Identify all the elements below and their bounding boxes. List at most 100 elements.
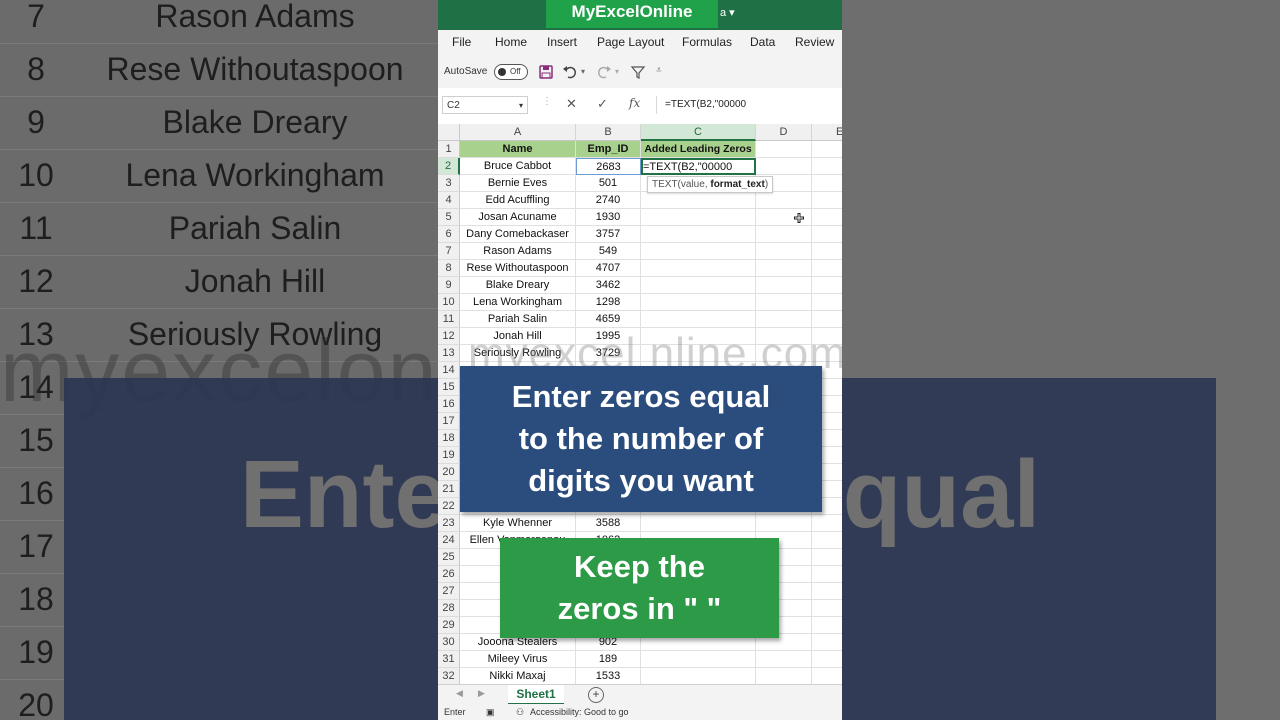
insert-function-icon[interactable]: fx <box>629 96 640 110</box>
cell-added-zeros[interactable] <box>641 226 756 243</box>
undo-icon[interactable] <box>562 64 578 80</box>
cell-e[interactable] <box>812 549 842 566</box>
column-header-c[interactable]: C <box>641 124 756 141</box>
autosave-toggle[interactable]: Off <box>494 64 528 80</box>
cell-e[interactable] <box>812 294 842 311</box>
cell-d[interactable] <box>756 311 812 328</box>
row-header[interactable]: 27 <box>438 583 460 600</box>
macro-record-icon[interactable]: ▣ <box>486 707 495 718</box>
header-added-zeros[interactable]: Added Leading Zeros <box>641 141 756 158</box>
cell-added-zeros[interactable] <box>641 209 756 226</box>
cell-emp-id[interactable]: 1298 <box>576 294 641 311</box>
cell-added-zeros[interactable] <box>641 260 756 277</box>
cell-d[interactable] <box>756 668 812 684</box>
cell-e[interactable] <box>812 243 842 260</box>
cell-added-zeros[interactable] <box>641 668 756 684</box>
cell-e[interactable] <box>812 617 842 634</box>
row-header[interactable]: 15 <box>438 379 460 396</box>
column-header-d[interactable]: D <box>756 124 812 141</box>
row-header[interactable]: 21 <box>438 481 460 498</box>
cell-e[interactable] <box>812 600 842 617</box>
cell-name[interactable]: Rese Withoutaspoon <box>460 260 576 277</box>
enter-check-icon[interactable]: ✓ <box>597 96 608 112</box>
cell-e[interactable] <box>812 515 842 532</box>
column-header-b[interactable]: B <box>576 124 641 141</box>
cell-name[interactable]: Dany Comebackaser <box>460 226 576 243</box>
row-header[interactable]: 10 <box>438 294 460 311</box>
row-header[interactable]: 14 <box>438 362 460 379</box>
accessibility-status[interactable]: Accessibility: Good to go <box>530 707 629 717</box>
cell-emp-id[interactable]: 4707 <box>576 260 641 277</box>
cell-d[interactable] <box>756 294 812 311</box>
cell-e[interactable] <box>812 209 842 226</box>
row-header[interactable]: 8 <box>438 260 460 277</box>
cell-name[interactable]: Bernie Eves <box>460 175 576 192</box>
scroll-left-icon[interactable]: ◀ <box>456 688 463 699</box>
cancel-icon[interactable]: ✕ <box>566 96 577 112</box>
cell-name[interactable]: Rason Adams <box>460 243 576 260</box>
add-sheet-icon[interactable]: + <box>588 687 604 703</box>
cell-emp-id[interactable]: 3462 <box>576 277 641 294</box>
tab-insert[interactable]: Insert <box>547 35 577 49</box>
header-name[interactable]: Name <box>460 141 576 158</box>
row-header[interactable]: 22 <box>438 498 460 515</box>
row-header[interactable]: 24 <box>438 532 460 549</box>
cell-e[interactable] <box>812 277 842 294</box>
undo-dropdown-icon[interactable]: ▾ <box>581 67 585 76</box>
row-header[interactable]: 9 <box>438 277 460 294</box>
cell-emp-id[interactable]: 3588 <box>576 515 641 532</box>
cell-e[interactable] <box>812 311 842 328</box>
cell-added-zeros[interactable] <box>641 243 756 260</box>
row-header[interactable]: 20 <box>438 464 460 481</box>
cell-e[interactable] <box>812 175 842 192</box>
row-header[interactable]: 6 <box>438 226 460 243</box>
cell-name[interactable]: Blake Dreary <box>460 277 576 294</box>
row-header[interactable]: 13 <box>438 345 460 362</box>
cell-e[interactable] <box>812 158 842 175</box>
row-header[interactable]: 5 <box>438 209 460 226</box>
cell-e[interactable] <box>812 634 842 651</box>
cell-e1[interactable] <box>812 141 842 158</box>
cell-d[interactable] <box>756 192 812 209</box>
cell-emp-id[interactable]: 549 <box>576 243 641 260</box>
cell-name[interactable]: Lena Workingham <box>460 294 576 311</box>
cell-d[interactable] <box>756 226 812 243</box>
tab-formulas[interactable]: Formulas <box>682 35 732 49</box>
row-header[interactable]: 25 <box>438 549 460 566</box>
cell-d1[interactable] <box>756 141 812 158</box>
active-cell-c2[interactable]: =TEXT(B2,"00000 <box>641 158 756 175</box>
cell-added-zeros[interactable] <box>641 515 756 532</box>
row-header[interactable]: 17 <box>438 413 460 430</box>
cell-d[interactable] <box>756 260 812 277</box>
cell-d[interactable] <box>756 651 812 668</box>
cell-emp-id[interactable]: 4659 <box>576 311 641 328</box>
cell-added-zeros[interactable] <box>641 277 756 294</box>
column-header-a[interactable]: A <box>460 124 576 141</box>
row-header[interactable]: 2 <box>438 158 460 175</box>
row-header[interactable]: 31 <box>438 651 460 668</box>
cell-e[interactable] <box>812 226 842 243</box>
sheet-tab-sheet1[interactable]: Sheet1 <box>508 685 564 706</box>
cell-name[interactable]: Kyle Whenner <box>460 515 576 532</box>
cell-added-zeros[interactable] <box>641 311 756 328</box>
row-header[interactable]: 23 <box>438 515 460 532</box>
row-header[interactable]: 28 <box>438 600 460 617</box>
redo-dropdown-icon[interactable]: ▾ <box>615 67 619 76</box>
cell-d[interactable] <box>756 277 812 294</box>
cell-emp-id[interactable]: 3757 <box>576 226 641 243</box>
column-header-e[interactable]: E <box>812 124 842 141</box>
tooltip-arg[interactable]: format_text <box>710 179 764 190</box>
cell-e[interactable] <box>812 532 842 549</box>
cell-added-zeros[interactable] <box>641 294 756 311</box>
cell-e[interactable] <box>812 651 842 668</box>
cell-emp-id[interactable]: 1533 <box>576 668 641 684</box>
cell-name[interactable]: Nikki Maxaj <box>460 668 576 684</box>
redo-icon[interactable] <box>596 64 612 80</box>
formula-input[interactable]: =TEXT(B2,"00000 <box>656 96 842 114</box>
save-icon[interactable] <box>538 64 554 80</box>
row-header[interactable]: 11 <box>438 311 460 328</box>
name-box[interactable]: C2 ▾ <box>442 96 528 114</box>
tab-review[interactable]: Review <box>795 35 834 49</box>
customize-qat-icon[interactable]: ⩡ <box>656 65 662 76</box>
cell-name[interactable]: Bruce Cabbot <box>460 158 576 175</box>
